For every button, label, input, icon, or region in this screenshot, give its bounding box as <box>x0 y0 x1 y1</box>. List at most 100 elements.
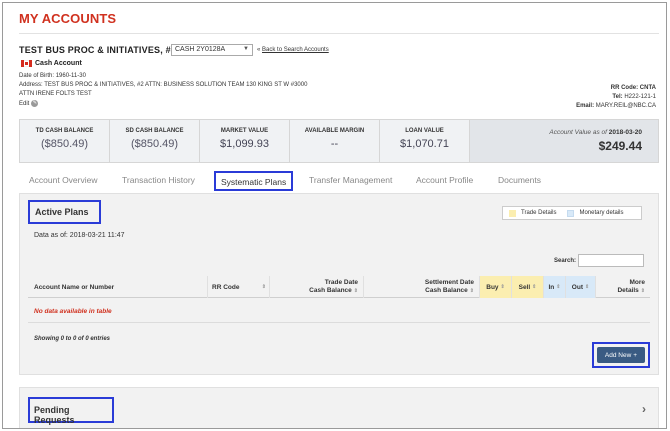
rr-contact: RR Code: CNTA Tel: H222-121-1 Email: MAR… <box>576 84 656 111</box>
account-tabs: Account Overview Transaction History Sys… <box>19 171 659 193</box>
col-more-label-1: More <box>629 279 645 286</box>
plus-icon: + <box>633 351 638 359</box>
summary-sd-cash: SD CASH BALANCE ($850.49) <box>110 120 200 162</box>
col-more-label-2: Details <box>617 287 639 294</box>
sort-icon: ⇕ <box>353 288 358 294</box>
edit-button[interactable]: Edit ✎ <box>19 100 39 107</box>
sort-icon: ⇕ <box>532 284 537 290</box>
dob-label: Date of Birth: <box>19 73 55 79</box>
account-type: Cash Account <box>21 60 82 67</box>
rr-code-label: RR Code: <box>610 85 639 91</box>
summary-available-margin: AVAILABLE MARGIN -- <box>290 120 380 162</box>
summary-value: -- <box>330 138 339 150</box>
monetary-swatch <box>567 209 575 217</box>
address: Address: TEST BUS PROC & INITIATIVES, #2… <box>19 82 307 88</box>
summary-value: $1,099.93 <box>220 138 269 150</box>
active-plans-panel: Active Plans Trade Details Monetary deta… <box>19 193 659 375</box>
col-settlement-label-2: Cash Balance <box>425 287 468 294</box>
summary-market-value: MARKET VALUE $1,099.93 <box>200 120 290 162</box>
sort-icon: ⇕ <box>585 284 590 290</box>
account-value-total: Account Value as of 2018-03-20 $249.44 <box>470 120 658 162</box>
balance-summary: TD CASH BALANCE ($850.49) SD CASH BALANC… <box>19 119 659 163</box>
title-divider <box>19 33 659 34</box>
empty-table-message: No data available in table <box>34 308 112 315</box>
col-trade-label-1: Trade Date <box>324 279 358 286</box>
tab-transaction-history[interactable]: Transaction History <box>122 175 195 185</box>
chevron-down-icon: ▼ <box>243 46 249 52</box>
attention-line: ATTN IRENE FOLTS TEST <box>19 91 92 97</box>
summary-label: SD CASH BALANCE <box>125 128 184 134</box>
sort-icon: ⇕ <box>500 284 505 290</box>
data-as-of: Data as of: 2018-03-21 11:47 <box>34 232 125 239</box>
add-new-label: Add New <box>604 351 632 359</box>
summary-td-cash: TD CASH BALANCE ($850.49) <box>20 120 110 162</box>
date-of-birth: Date of Birth: 1960-11-30 <box>19 73 86 79</box>
email-value: MARY.REIL@NBC.CA <box>595 103 656 109</box>
tab-transfer-management[interactable]: Transfer Management <box>309 175 392 185</box>
col-account[interactable]: Account Name or Number <box>28 276 208 298</box>
address-value: TEST BUS PROC & INITIATIVES, #2 ATTN: BU… <box>44 82 308 88</box>
summary-label: LOAN VALUE <box>405 128 444 134</box>
col-sell[interactable]: Sell ⇕ <box>512 276 544 298</box>
tel-value: H222-121-1 <box>624 94 656 100</box>
active-plans-title: Active Plans <box>28 200 101 224</box>
account-selector[interactable]: CASH 2Y0128A ▼ <box>171 44 253 56</box>
col-more-details[interactable]: More Details ⇕ <box>596 276 650 298</box>
col-buy-label: Buy <box>486 283 499 291</box>
tab-account-profile[interactable]: Account Profile <box>416 175 473 185</box>
tab-systematic-plans[interactable]: Systematic Plans <box>214 171 294 191</box>
app-frame: MY ACCOUNTS TEST BUS PROC & INITIATIVES,… <box>2 2 667 429</box>
table-divider <box>28 322 650 323</box>
summary-loan-value: LOAN VALUE $1,070.71 <box>380 120 470 162</box>
pencil-icon[interactable]: ✎ <box>31 100 39 107</box>
dob-value: 1960-11-30 <box>55 73 86 79</box>
col-settlement-date[interactable]: Settlement Date Cash Balance ⇕ <box>364 276 480 298</box>
account-type-label: Cash Account <box>35 60 82 67</box>
table-entries-info: Showing 0 to 0 of 0 entries <box>34 336 111 342</box>
col-sell-label: Sell <box>518 283 531 291</box>
legend-trade-label: Trade Details <box>521 210 557 216</box>
summary-label: AVAILABLE MARGIN <box>304 128 365 134</box>
account-selector-value: CASH 2Y0128A <box>175 46 226 53</box>
search-input[interactable] <box>578 254 644 267</box>
email-label: Email: <box>576 103 595 109</box>
summary-label: MARKET VALUE <box>220 128 269 134</box>
col-buy[interactable]: Buy ⇕ <box>480 276 512 298</box>
tel-label: Tel: <box>612 94 623 100</box>
back-to-search-link[interactable]: « Back to Search Accounts <box>257 47 329 53</box>
total-value: $249.44 <box>598 139 642 153</box>
col-in[interactable]: In ⇕ <box>544 276 566 298</box>
summary-value: ($850.49) <box>130 138 179 150</box>
plans-table-header: Account Name or Number RR Code ⇕ Trade Da… <box>28 276 650 298</box>
summary-value: $1,070.71 <box>400 138 449 150</box>
chevron-right-icon[interactable]: › <box>642 402 646 416</box>
col-trade-label-2: Cash Balance <box>309 287 352 294</box>
add-new-button[interactable]: Add New + <box>597 347 645 363</box>
sort-icon: ⇕ <box>640 288 645 294</box>
rr-code-value: CNTA <box>639 85 656 91</box>
col-rr-code[interactable]: RR Code ⇕ <box>208 276 270 298</box>
col-trade-date[interactable]: Trade Date Cash Balance ⇕ <box>270 276 364 298</box>
legend: Trade Details Monetary details <box>502 206 642 220</box>
sort-icon: ⇕ <box>556 284 561 290</box>
account-name: TEST BUS PROC & INITIATIVES, #2 <box>19 45 177 55</box>
summary-value: ($850.49) <box>40 138 89 150</box>
pending-requests-title: Pending Requests <box>28 397 114 425</box>
tab-account-overview[interactable]: Account Overview <box>29 175 98 185</box>
sort-icon: ⇕ <box>261 284 266 290</box>
edit-label: Edit <box>19 100 30 107</box>
col-rr-label: RR Code <box>212 283 240 291</box>
pending-requests-panel[interactable]: Pending Requests › <box>19 387 659 428</box>
summary-label: TD CASH BALANCE <box>35 128 94 134</box>
col-in-label: In <box>548 283 555 291</box>
tab-documents[interactable]: Documents <box>498 175 541 185</box>
col-settlement-label-1: Settlement Date <box>424 279 474 286</box>
total-label: Account Value as of <box>549 129 607 136</box>
col-out-label: Out <box>571 283 583 291</box>
legend-monetary-label: Monetary details <box>579 210 624 216</box>
add-new-highlight: Add New + <box>592 342 650 368</box>
total-date: 2018-03-20 <box>608 129 642 136</box>
trade-swatch <box>509 209 516 217</box>
col-out[interactable]: Out ⇕ <box>566 276 596 298</box>
sort-icon: ⇕ <box>469 288 474 294</box>
